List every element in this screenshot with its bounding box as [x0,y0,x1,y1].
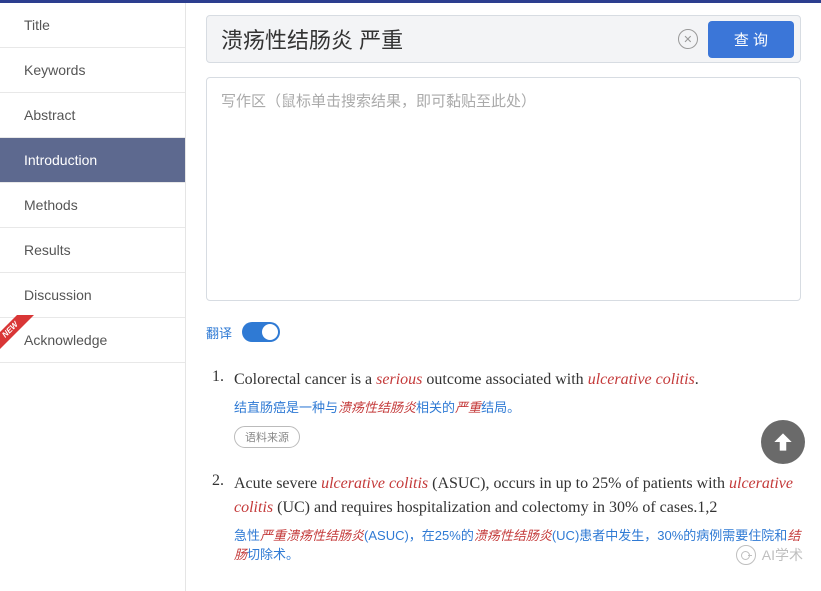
translate-label: 翻译 [206,323,232,342]
search-input[interactable] [211,20,678,58]
query-button[interactable]: 查 询 [708,21,794,58]
source-pill[interactable]: 语料来源 [234,426,300,448]
arrow-up-icon [770,429,796,455]
result-number: 2. [212,472,234,573]
sidebar-item-label: Methods [24,197,78,213]
result-item[interactable]: 2.Acute severe ulcerative colitis (ASUC)… [212,472,801,573]
sidebar-item-label: Introduction [24,152,97,168]
sidebar-item-discussion[interactable]: Discussion [0,273,185,318]
clear-icon[interactable]: ✕ [678,29,698,49]
sidebar-item-label: Keywords [24,62,85,78]
sidebar-item-acknowledge[interactable]: NEW Acknowledge [0,318,185,363]
sidebar-item-label: Results [24,242,71,258]
sidebar-item-label: Abstract [24,107,75,123]
sidebar: Title Keywords Abstract Introduction Met… [0,3,186,591]
sidebar-item-title[interactable]: Title [0,3,185,48]
writing-area[interactable] [206,77,801,301]
result-number: 1. [212,368,234,448]
result-english: Colorectal cancer is a serious outcome a… [234,368,801,392]
result-item[interactable]: 1.Colorectal cancer is a serious outcome… [212,368,801,448]
result-translation: 结直肠癌是一种与溃疡性结肠炎相关的严重结局。 [234,398,801,418]
sidebar-item-results[interactable]: Results [0,228,185,273]
main-panel: ✕ 查 询 翻译 1.Colorectal cancer is a seriou… [186,3,821,591]
scroll-top-button[interactable] [761,420,805,464]
translate-row: 翻译 [206,322,801,342]
results-list: 1.Colorectal cancer is a serious outcome… [206,368,801,573]
result-translation: 急性严重溃疡性结肠炎(ASUC)，在25%的溃疡性结肠炎(UC)患者中发生，30… [234,526,801,565]
toggle-knob [262,324,278,340]
translate-toggle[interactable] [242,322,280,342]
sidebar-item-label: Discussion [24,287,92,303]
sidebar-item-methods[interactable]: Methods [0,183,185,228]
sidebar-item-introduction[interactable]: Introduction [0,138,185,183]
sidebar-item-abstract[interactable]: Abstract [0,93,185,138]
sidebar-item-label: Title [24,17,50,33]
result-body: Acute severe ulcerative colitis (ASUC), … [234,472,801,573]
search-bar: ✕ 查 询 [206,15,801,63]
sidebar-item-label: Acknowledge [24,332,107,348]
result-english: Acute severe ulcerative colitis (ASUC), … [234,472,801,520]
result-body: Colorectal cancer is a serious outcome a… [234,368,801,448]
sidebar-item-keywords[interactable]: Keywords [0,48,185,93]
